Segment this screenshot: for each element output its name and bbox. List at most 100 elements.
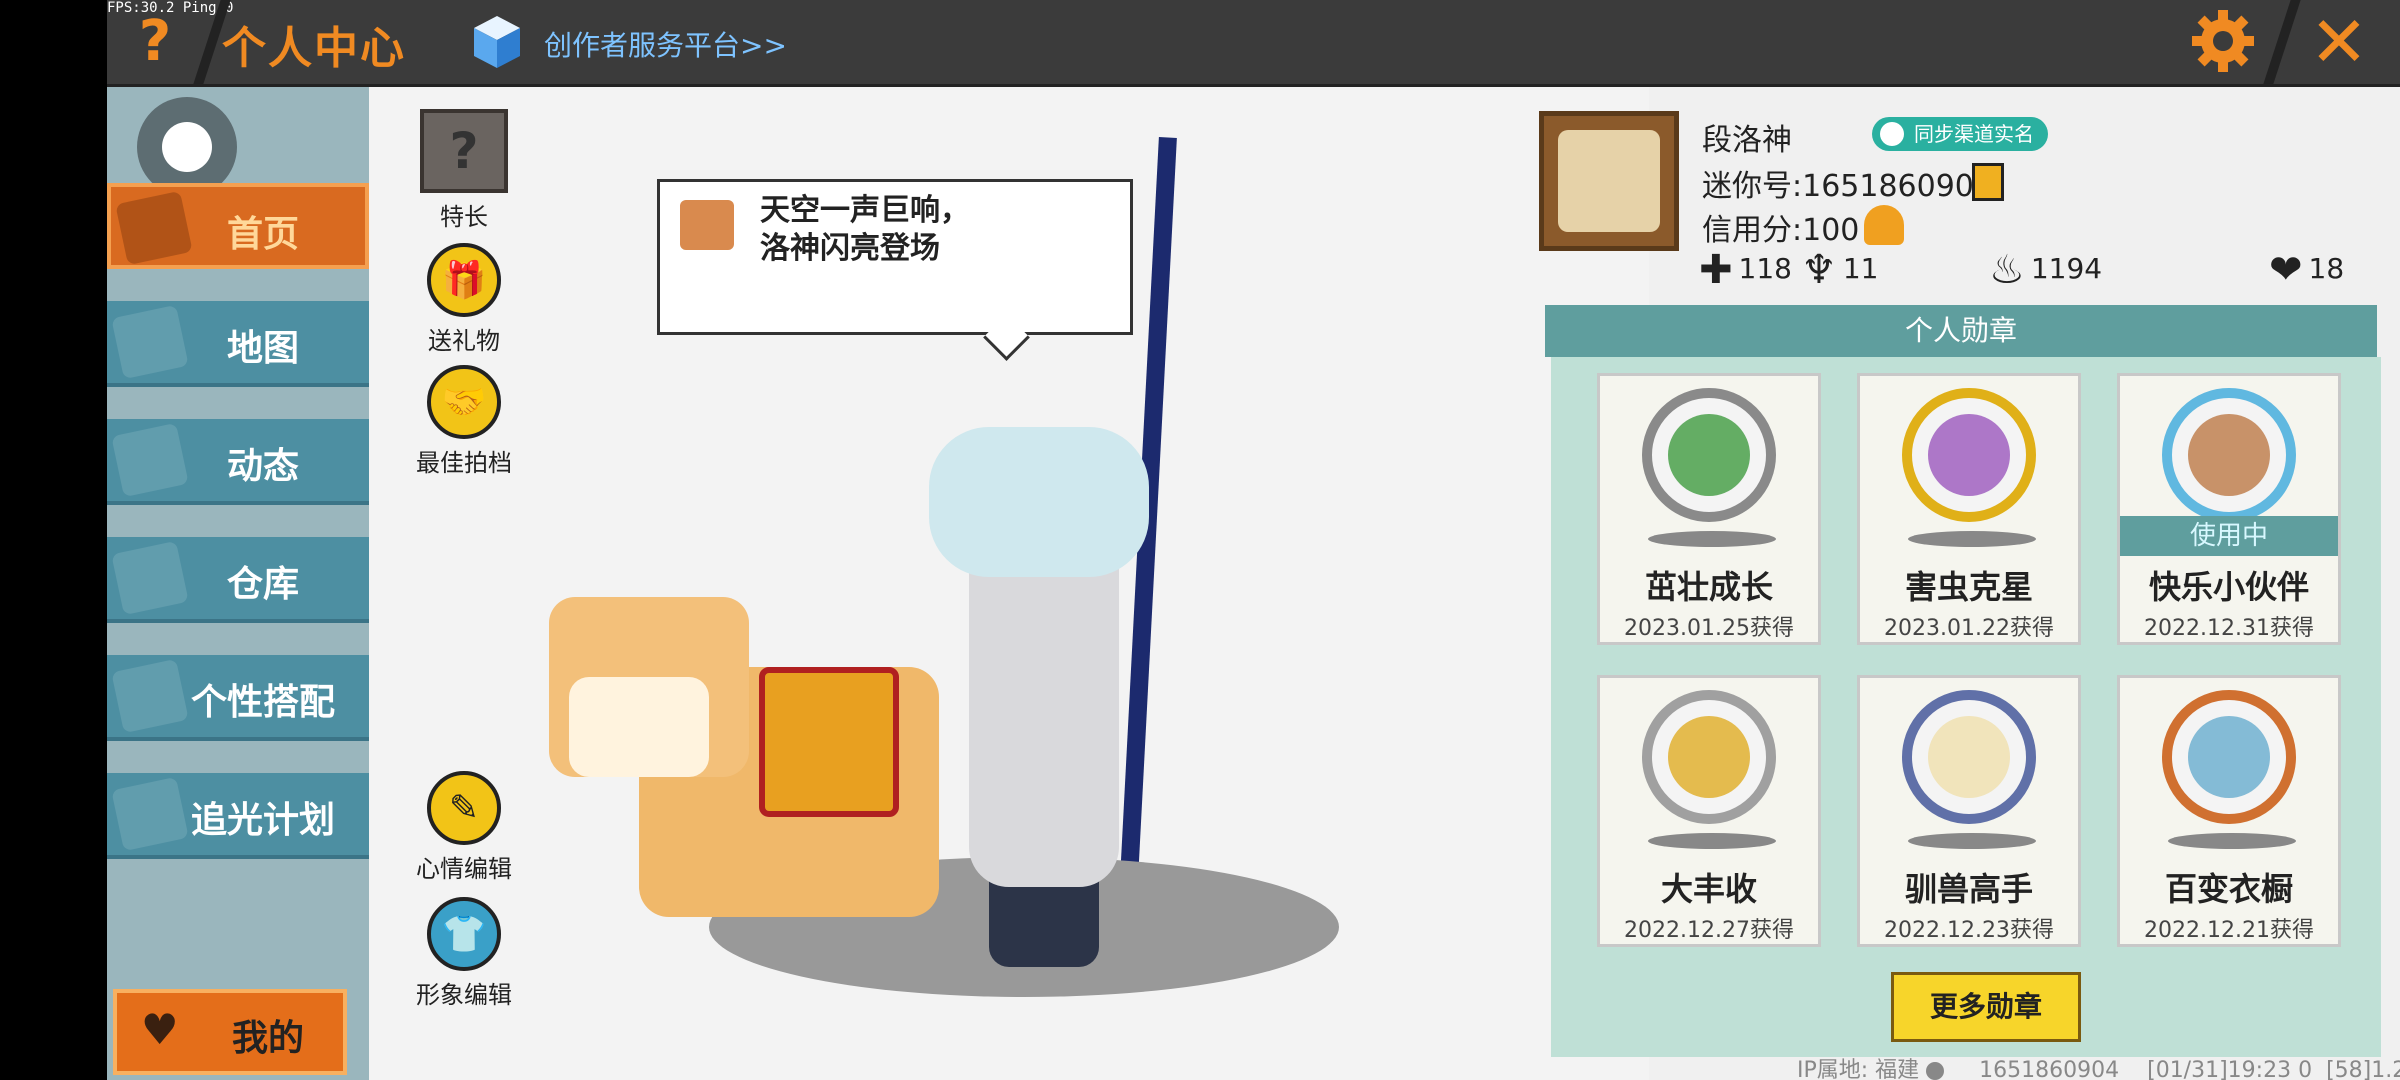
medal-stand xyxy=(1648,531,1776,547)
profile-panel: 段洛神 同步渠道实名 迷你号:1651860904 信用分:100 ✚ 118 ♆… xyxy=(1539,87,2400,1080)
mini-id: 迷你号:1651860904 xyxy=(1702,169,1993,204)
pet-saddle xyxy=(759,667,899,817)
medals-header: 个人勋章 xyxy=(1545,305,2377,357)
medal-date: 2023.01.22获得 xyxy=(1884,616,2054,641)
sidebar-item-storage[interactable]: 仓库 xyxy=(107,537,369,623)
medal-card[interactable]: 驯兽高手 2022.12.23获得 xyxy=(1857,675,2081,947)
medal-badge-icon xyxy=(2162,690,2296,824)
medal-name: 快乐小伙伴 xyxy=(2148,568,2309,606)
footer-version: [58]1.23.0 xyxy=(2326,1058,2400,1080)
medal-card[interactable]: 害虫克星 2023.01.22获得 xyxy=(1857,373,2081,645)
cheer-icon: ♆ xyxy=(1801,247,1837,293)
specialty-button[interactable]: ? 特长 xyxy=(409,109,519,232)
stat-popularity[interactable]: ♨ 1194 xyxy=(1989,247,2102,293)
medal-date: 2022.12.27获得 xyxy=(1624,918,1794,943)
sidebar-item-label: 地图 xyxy=(226,328,299,369)
medals-grid: 茁壮成长 2023.01.25获得 害虫克星 2023.01.22获得 使用中 … xyxy=(1551,357,2381,1057)
medal-stand xyxy=(1908,531,2036,547)
medal-stand xyxy=(1908,833,2036,849)
edit-icon: ✎ xyxy=(427,771,501,845)
action-label: 特长 xyxy=(440,203,488,231)
medal-card[interactable]: 百变衣橱 2022.12.21获得 xyxy=(2117,675,2341,947)
character-hair xyxy=(929,427,1149,577)
footer-uid: 1651860904 xyxy=(1979,1058,2120,1080)
medal-stand xyxy=(2168,833,2296,849)
page-title: 个人中心 xyxy=(222,23,406,74)
appearance-edit-button[interactable]: 👕 形象编辑 xyxy=(409,897,519,1010)
mine-button[interactable]: ♥ 我的 xyxy=(113,989,347,1075)
player-name: 段洛神 xyxy=(1702,123,1792,158)
sidebar: 首页 地图 动态 仓库 个性搭配 追光计划 ♥ 我的 xyxy=(107,87,369,1080)
divider xyxy=(2263,0,2301,84)
medal-badge-icon xyxy=(1642,388,1776,522)
question-block-icon: ? xyxy=(420,109,508,193)
heart-icon: ♥ xyxy=(141,1005,179,1054)
medal-card[interactable]: 茁壮成长 2023.01.25获得 xyxy=(1597,373,1821,645)
medal-badge-icon xyxy=(1902,690,2036,824)
bye-sign-icon xyxy=(680,200,734,250)
copy-icon[interactable] xyxy=(1972,163,2004,201)
creator-cube-icon xyxy=(474,16,520,68)
sidebar-item-feed[interactable]: 动态 xyxy=(107,419,369,505)
hearts-icon: ❤ xyxy=(2269,247,2303,293)
stat-value: 1194 xyxy=(2030,252,2103,285)
pet-dog-face xyxy=(569,677,709,777)
help-button[interactable]: ? xyxy=(125,6,185,78)
creator-platform-link[interactable]: 创作者服务平台>> xyxy=(544,24,787,64)
medal-card[interactable]: 大丰收 2022.12.27获得 xyxy=(1597,675,1821,947)
medal-name: 害虫克星 xyxy=(1904,568,2033,606)
avatar-toggle[interactable] xyxy=(137,97,237,197)
stat-follow[interactable]: ✚ 118 xyxy=(1699,247,1792,293)
medal-date: 2022.12.31获得 xyxy=(2144,616,2314,641)
stat-value: 118 xyxy=(1738,252,1792,285)
sidebar-item-home[interactable]: 首页 xyxy=(107,183,369,269)
sidebar-item-light-plan[interactable]: 追光计划 xyxy=(107,773,369,859)
medal-badge-icon xyxy=(2162,388,2296,522)
mine-label: 我的 xyxy=(232,1018,305,1059)
sidebar-item-map[interactable]: 地图 xyxy=(107,301,369,387)
action-label: 最佳拍档 xyxy=(416,449,512,477)
stat-fans[interactable]: ♆ 11 xyxy=(1801,247,1879,293)
medal-name: 茁壮成长 xyxy=(1644,568,1773,606)
action-label: 送礼物 xyxy=(428,327,500,355)
mood-text: 天空一声巨响， 洛神闪亮登场 xyxy=(760,192,970,268)
footer-info: IP属地: 福建 1651860904 [01/31]19:23 0 [58]1… xyxy=(1797,1052,2400,1080)
action-label: 形象编辑 xyxy=(416,981,512,1009)
medal-stand xyxy=(1648,833,1776,849)
player-portrait[interactable] xyxy=(1539,111,1679,251)
ip-location: IP属地: 福建 xyxy=(1797,1058,1920,1080)
stat-likes[interactable]: ❤ 18 xyxy=(2269,247,2344,293)
gear-icon[interactable] xyxy=(2190,8,2256,74)
gift-icon: 🎁 xyxy=(427,243,501,317)
flame-icon: ♨ xyxy=(1989,247,2025,293)
bookmark-plus-icon: ✚ xyxy=(1699,247,1733,293)
outfit-edit-icon: 👕 xyxy=(427,897,501,971)
medal-name: 大丰收 xyxy=(1660,870,1757,908)
real-name-badge[interactable]: 同步渠道实名 xyxy=(1872,117,2048,151)
medal-badge-icon xyxy=(1902,388,2036,522)
best-partner-button[interactable]: 🤝 最佳拍档 xyxy=(409,365,519,478)
footer-time: [01/31]19:23 0 xyxy=(2147,1058,2313,1080)
medal-card-in-use[interactable]: 使用中 快乐小伙伴 2022.12.31获得 xyxy=(2117,373,2341,645)
credit-person-icon[interactable] xyxy=(1864,205,1904,245)
medal-date: 2022.12.21获得 xyxy=(2144,918,2314,943)
medal-name: 百变衣橱 xyxy=(2164,870,2293,908)
medal-name: 驯兽高手 xyxy=(1904,870,2033,908)
action-label: 心情编辑 xyxy=(416,855,512,883)
sidebar-item-label: 个性搭配 xyxy=(190,682,335,723)
sidebar-item-label: 动态 xyxy=(226,446,299,487)
credit-score: 信用分:100 xyxy=(1702,213,1860,248)
close-button[interactable]: ✕ xyxy=(2304,6,2374,78)
top-bar: FPS:30.2 Ping:0 ? 个人中心 创作者服务平台>> ✕ xyxy=(107,0,2400,87)
sidebar-item-label: 仓库 xyxy=(226,564,299,605)
send-gift-button[interactable]: 🎁 送礼物 xyxy=(409,243,519,356)
sidebar-item-outfit[interactable]: 个性搭配 xyxy=(107,655,369,741)
character-scene: ? 特长 🎁 送礼物 🤝 最佳拍档 天空一声巨响， 洛神闪亮登场 ✎ 心情编辑 … xyxy=(369,87,1649,1080)
handshake-icon: 🤝 xyxy=(427,365,501,439)
stat-value: 11 xyxy=(1842,252,1879,285)
mood-edit-button[interactable]: ✎ 心情编辑 xyxy=(409,771,519,884)
mood-text-line: 天空一声巨响， xyxy=(760,193,970,228)
more-medals-button[interactable]: 更多勋章 xyxy=(1891,972,2081,1042)
personal-center-screen: FPS:30.2 Ping:0 ? 个人中心 创作者服务平台>> ✕ 首页 地图… xyxy=(107,0,2400,1080)
info-icon[interactable] xyxy=(1926,1062,1945,1080)
